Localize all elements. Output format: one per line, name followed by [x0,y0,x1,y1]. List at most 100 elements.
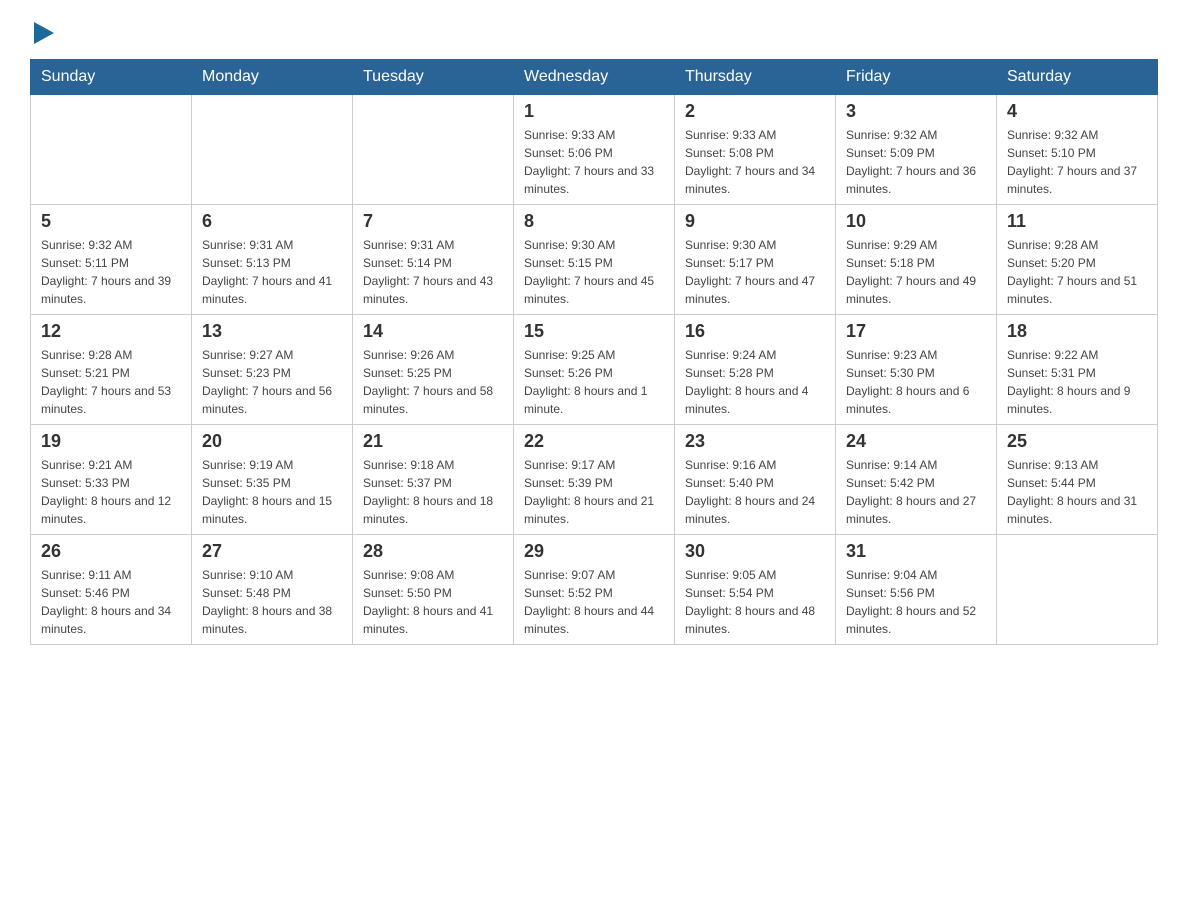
day-number: 12 [41,321,181,342]
day-number: 10 [846,211,986,232]
calendar-cell: 2 Sunrise: 9:33 AMSunset: 5:08 PMDaylight… [675,95,836,205]
day-number: 23 [685,431,825,452]
calendar-cell: 27 Sunrise: 9:10 AMSunset: 5:48 PMDayligh… [192,535,353,645]
day-info: Sunrise: 9:32 AMSunset: 5:09 PMDaylight:… [846,126,986,198]
day-info: Sunrise: 9:33 AMSunset: 5:08 PMDaylight:… [685,126,825,198]
day-number: 16 [685,321,825,342]
day-number: 7 [363,211,503,232]
calendar-cell: 19 Sunrise: 9:21 AMSunset: 5:33 PMDayligh… [31,425,192,535]
calendar-cell: 16 Sunrise: 9:24 AMSunset: 5:28 PMDayligh… [675,315,836,425]
calendar-header-wednesday: Wednesday [514,60,675,95]
calendar-header-saturday: Saturday [997,60,1158,95]
day-number: 25 [1007,431,1147,452]
day-info: Sunrise: 9:05 AMSunset: 5:54 PMDaylight:… [685,566,825,638]
calendar-cell: 14Sunrise: 9:26 AMSunset: 5:25 PMDayligh… [353,315,514,425]
calendar-cell: 20 Sunrise: 9:19 AMSunset: 5:35 PMDayligh… [192,425,353,535]
day-number: 14 [363,321,503,342]
day-number: 26 [41,541,181,562]
day-number: 29 [524,541,664,562]
day-info: Sunrise: 9:21 AMSunset: 5:33 PMDaylight:… [41,456,181,528]
calendar-header-friday: Friday [836,60,997,95]
day-number: 15 [524,321,664,342]
calendar-cell: 21 Sunrise: 9:18 AMSunset: 5:37 PMDayligh… [353,425,514,535]
day-number: 1 [524,101,664,122]
day-number: 6 [202,211,342,232]
calendar-cell [31,95,192,205]
day-number: 21 [363,431,503,452]
calendar-cell: 9Sunrise: 9:30 AMSunset: 5:17 PMDaylight… [675,205,836,315]
calendar-week-3: 12 Sunrise: 9:28 AMSunset: 5:21 PMDayligh… [31,315,1158,425]
day-info: Sunrise: 9:17 AMSunset: 5:39 PMDaylight:… [524,456,664,528]
calendar-cell: 1Sunrise: 9:33 AMSunset: 5:06 PMDaylight… [514,95,675,205]
day-number: 27 [202,541,342,562]
day-number: 18 [1007,321,1147,342]
calendar-cell: 7 Sunrise: 9:31 AMSunset: 5:14 PMDaylight… [353,205,514,315]
day-info: Sunrise: 9:30 AMSunset: 5:15 PMDaylight:… [524,236,664,308]
calendar-cell: 13 Sunrise: 9:27 AMSunset: 5:23 PMDayligh… [192,315,353,425]
day-number: 19 [41,431,181,452]
calendar-cell: 4 Sunrise: 9:32 AMSunset: 5:10 PMDaylight… [997,95,1158,205]
day-info: Sunrise: 9:32 AMSunset: 5:11 PMDaylight:… [41,236,181,308]
calendar-cell: 25 Sunrise: 9:13 AMSunset: 5:44 PMDayligh… [997,425,1158,535]
day-info: Sunrise: 9:31 AMSunset: 5:14 PMDaylight:… [363,236,503,308]
day-number: 4 [1007,101,1147,122]
day-info: Sunrise: 9:23 AMSunset: 5:30 PMDaylight:… [846,346,986,418]
day-number: 2 [685,101,825,122]
day-info: Sunrise: 9:07 AMSunset: 5:52 PMDaylight:… [524,566,664,638]
logo-chevron-icon [34,22,54,49]
calendar-cell [192,95,353,205]
day-info: Sunrise: 9:11 AMSunset: 5:46 PMDaylight:… [41,566,181,638]
calendar-header-tuesday: Tuesday [353,60,514,95]
day-number: 24 [846,431,986,452]
day-info: Sunrise: 9:18 AMSunset: 5:37 PMDaylight:… [363,456,503,528]
day-info: Sunrise: 9:29 AMSunset: 5:18 PMDaylight:… [846,236,986,308]
calendar-cell: 17Sunrise: 9:23 AMSunset: 5:30 PMDayligh… [836,315,997,425]
calendar-cell: 23 Sunrise: 9:16 AMSunset: 5:40 PMDayligh… [675,425,836,535]
day-info: Sunrise: 9:32 AMSunset: 5:10 PMDaylight:… [1007,126,1147,198]
calendar-cell: 15 Sunrise: 9:25 AMSunset: 5:26 PMDayligh… [514,315,675,425]
day-info: Sunrise: 9:25 AMSunset: 5:26 PMDaylight:… [524,346,664,418]
calendar-cell: 5Sunrise: 9:32 AMSunset: 5:11 PMDaylight… [31,205,192,315]
calendar-cell: 31 Sunrise: 9:04 AMSunset: 5:56 PMDayligh… [836,535,997,645]
calendar-header-monday: Monday [192,60,353,95]
calendar-header-thursday: Thursday [675,60,836,95]
calendar-week-4: 19 Sunrise: 9:21 AMSunset: 5:33 PMDayligh… [31,425,1158,535]
day-info: Sunrise: 9:31 AMSunset: 5:13 PMDaylight:… [202,236,342,308]
calendar-cell [353,95,514,205]
calendar-cell: 8Sunrise: 9:30 AMSunset: 5:15 PMDaylight… [514,205,675,315]
calendar-cell [997,535,1158,645]
day-number: 3 [846,101,986,122]
calendar-cell: 10 Sunrise: 9:29 AMSunset: 5:18 PMDayligh… [836,205,997,315]
calendar-week-5: 26 Sunrise: 9:11 AMSunset: 5:46 PMDayligh… [31,535,1158,645]
calendar-cell: 12 Sunrise: 9:28 AMSunset: 5:21 PMDayligh… [31,315,192,425]
day-info: Sunrise: 9:13 AMSunset: 5:44 PMDaylight:… [1007,456,1147,528]
day-info: Sunrise: 9:22 AMSunset: 5:31 PMDaylight:… [1007,346,1147,418]
day-info: Sunrise: 9:04 AMSunset: 5:56 PMDaylight:… [846,566,986,638]
calendar-cell: 29 Sunrise: 9:07 AMSunset: 5:52 PMDayligh… [514,535,675,645]
day-number: 20 [202,431,342,452]
calendar-table: SundayMondayTuesdayWednesdayThursdayFrid… [30,59,1158,645]
day-info: Sunrise: 9:08 AMSunset: 5:50 PMDaylight:… [363,566,503,638]
calendar-cell: 3 Sunrise: 9:32 AMSunset: 5:09 PMDaylight… [836,95,997,205]
day-number: 9 [685,211,825,232]
calendar-cell: 6 Sunrise: 9:31 AMSunset: 5:13 PMDaylight… [192,205,353,315]
calendar-cell: 28 Sunrise: 9:08 AMSunset: 5:50 PMDayligh… [353,535,514,645]
day-info: Sunrise: 9:16 AMSunset: 5:40 PMDaylight:… [685,456,825,528]
day-number: 30 [685,541,825,562]
day-info: Sunrise: 9:27 AMSunset: 5:23 PMDaylight:… [202,346,342,418]
day-number: 31 [846,541,986,562]
calendar-header-row: SundayMondayTuesdayWednesdayThursdayFrid… [31,60,1158,95]
day-info: Sunrise: 9:28 AMSunset: 5:21 PMDaylight:… [41,346,181,418]
day-info: Sunrise: 9:24 AMSunset: 5:28 PMDaylight:… [685,346,825,418]
day-info: Sunrise: 9:14 AMSunset: 5:42 PMDaylight:… [846,456,986,528]
day-number: 13 [202,321,342,342]
day-info: Sunrise: 9:19 AMSunset: 5:35 PMDaylight:… [202,456,342,528]
day-info: Sunrise: 9:28 AMSunset: 5:20 PMDaylight:… [1007,236,1147,308]
calendar-week-2: 5Sunrise: 9:32 AMSunset: 5:11 PMDaylight… [31,205,1158,315]
day-number: 11 [1007,211,1147,232]
day-info: Sunrise: 9:10 AMSunset: 5:48 PMDaylight:… [202,566,342,638]
calendar-cell: 11 Sunrise: 9:28 AMSunset: 5:20 PMDayligh… [997,205,1158,315]
day-number: 28 [363,541,503,562]
day-number: 22 [524,431,664,452]
logo [30,20,54,49]
